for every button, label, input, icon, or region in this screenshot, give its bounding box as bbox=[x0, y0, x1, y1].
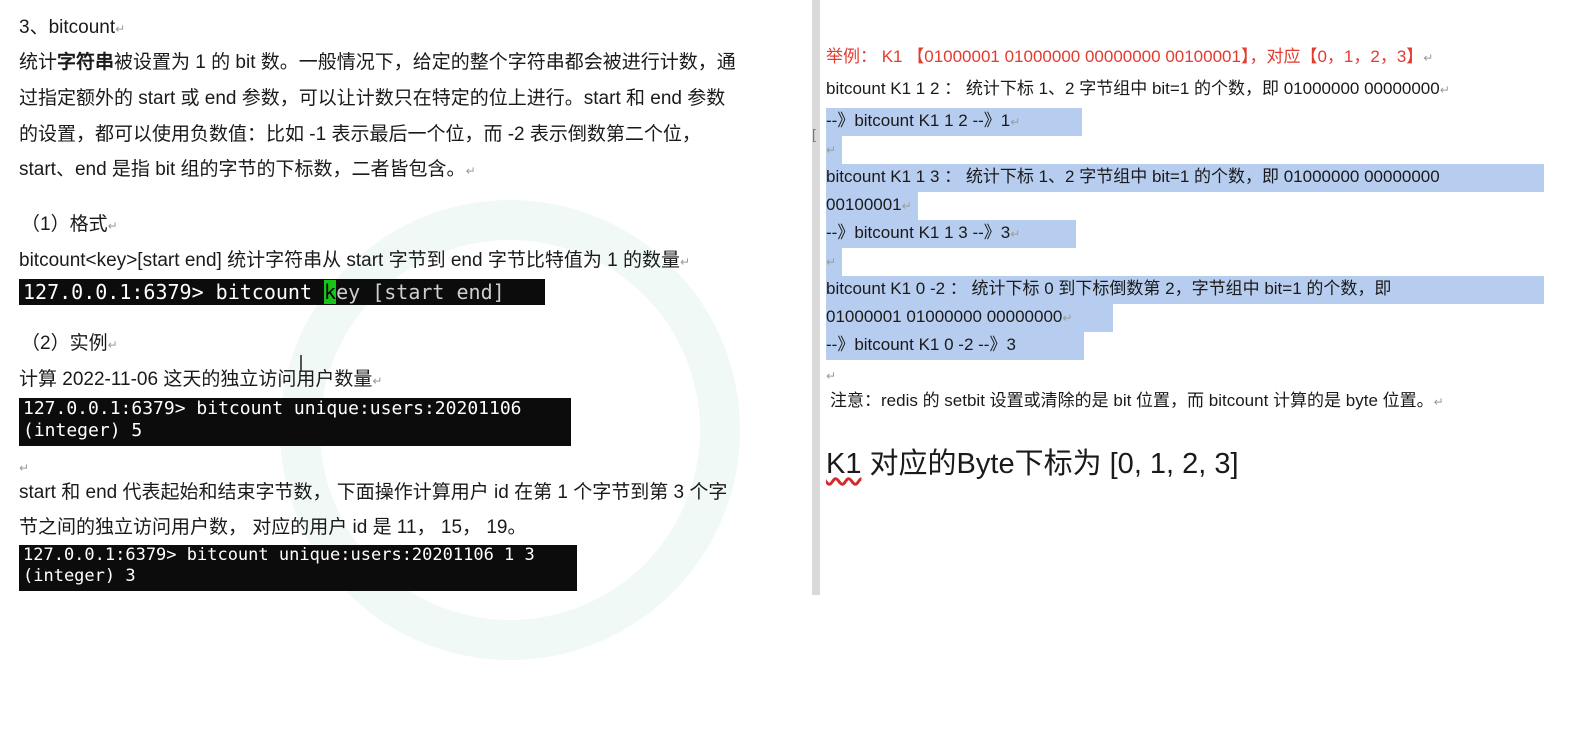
selected-empty-line: ↵ bbox=[826, 248, 842, 276]
description-line-3: 的设置，都可以使用负数值：比如 -1 表示最后一个位，而 -2 表示倒数第二个位… bbox=[19, 124, 701, 145]
empty-paragraph: ↵ bbox=[826, 369, 837, 383]
terminal-example-command: 127.0.0.1:6379> bitcount unique:users:20… bbox=[19, 398, 571, 446]
terminal-output-line: (integer) 5 bbox=[23, 420, 143, 441]
left-document-pane: 3、bitcount↵ 统计字符串被设置为 1 的 bit 数。一般情况下，给定… bbox=[0, 0, 825, 744]
selected-explanation-line-2: bitcount K1 1 3 ： 统计下标 1、2 字节组中 bit=1 的个… bbox=[826, 164, 1544, 192]
example-line: 举例： K1 【01000001 01000000 00000000 00100… bbox=[826, 47, 1434, 66]
pane-divider[interactable] bbox=[812, 0, 820, 595]
explanation-line-1: bitcount K1 1 2 ： 统计下标 1、2 字节组中 bit=1 的个… bbox=[826, 79, 1450, 98]
right-document-pane: 举例： K1 【01000001 01000000 00000000 00100… bbox=[820, 0, 1590, 595]
example-heading: （2）实例↵ bbox=[21, 333, 118, 354]
selected-empty-line: ↵ bbox=[826, 136, 842, 164]
selected-binary-line: 00100001↵ bbox=[826, 192, 918, 220]
terminal-range-command: 127.0.0.1:6379> bitcount unique:users:20… bbox=[19, 545, 577, 591]
format-heading: （1）格式↵ bbox=[21, 214, 118, 235]
selected-result-line-2: --》bitcount K1 1 3 --》3↵ bbox=[826, 220, 1076, 248]
terminal-output-line: (integer) 3 bbox=[23, 566, 136, 586]
format-description: bitcount<key>[start end] 统计字符串从 start 字节… bbox=[19, 250, 691, 271]
empty-paragraph: ↵ bbox=[19, 461, 30, 475]
description-line-4: start、end 是指 bit 组的字节的下标数，二者皆包含。↵ bbox=[19, 159, 476, 180]
margin-bracket-mark: [ bbox=[812, 126, 816, 142]
range-description-line-2: 节之间的独立访问用户数， 对应的用户 id 是 11， 15， 19。 bbox=[19, 517, 527, 538]
terminal-format-command: 127.0.0.1:6379> bitcount key [start end] bbox=[19, 279, 545, 305]
byte-index-heading: K1 对应的Byte下标为 [0, 1, 2, 3] bbox=[826, 448, 1239, 480]
example-description: 计算 2022-11-06 这天的独立访问用户数量↵ bbox=[19, 369, 383, 390]
selected-result-line-1: --》bitcount K1 1 2 --》1↵ bbox=[826, 108, 1082, 136]
selected-explanation-line-3: bitcount K1 0 -2 ： 统计下标 0 到下标倒数第 2，字节组中 … bbox=[826, 276, 1544, 304]
selected-result-line-3: --》bitcount K1 0 -2 --》3 bbox=[826, 332, 1084, 360]
terminal-command-line: 127.0.0.1:6379> bitcount unique:users:20… bbox=[23, 398, 522, 419]
section-heading: 3、bitcount↵ bbox=[19, 17, 126, 38]
note-line: 注意：redis 的 setbit 设置或清除的是 bit 位置，而 bitco… bbox=[830, 391, 1444, 410]
selected-binary-line: 01000001 01000000 00000000↵ bbox=[826, 304, 1113, 332]
spellcheck-word: K1 bbox=[826, 448, 862, 480]
description-line-1: 统计字符串被设置为 1 的 bit 数。一般情况下，给定的整个字符串都会被进行计… bbox=[19, 52, 736, 73]
range-description-line-1: start 和 end 代表起始和结束字节数， 下面操作计算用户 id 在第 1… bbox=[19, 482, 728, 503]
terminal-command-line: 127.0.0.1:6379> bitcount unique:users:20… bbox=[23, 545, 535, 565]
description-line-2: 过指定额外的 start 或 end 参数，可以让计数只在特定的位上进行。sta… bbox=[19, 88, 726, 109]
